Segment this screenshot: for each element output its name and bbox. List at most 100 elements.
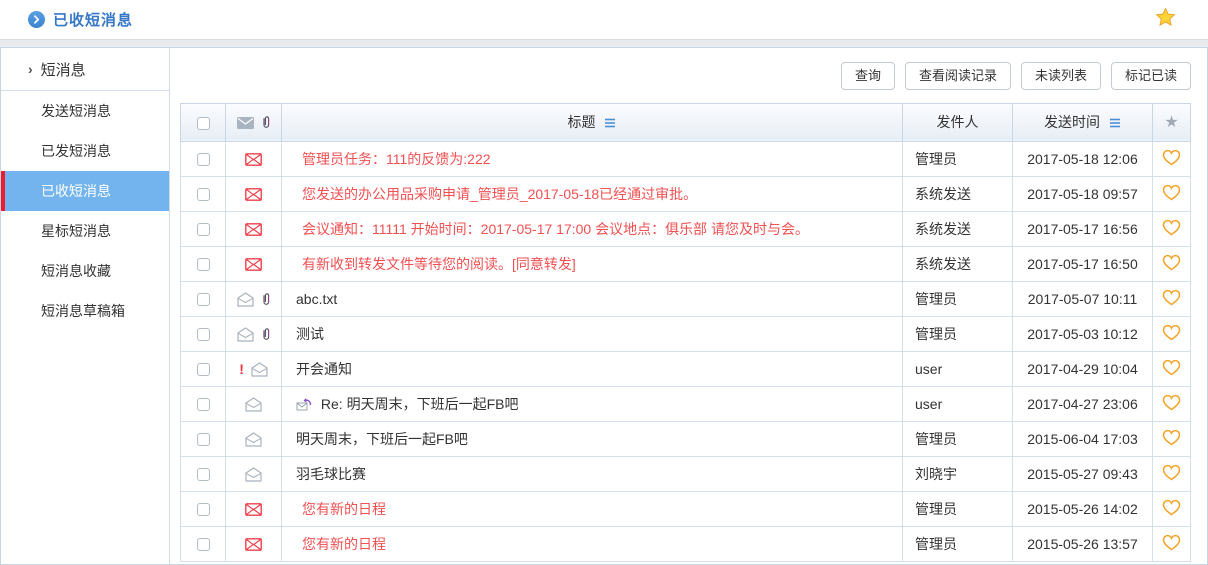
- message-title-cell[interactable]: 您发送的办公用品采购申请_管理员_2017-05-18已经通过审批。: [281, 175, 903, 212]
- time-sort-icon[interactable]: [1109, 115, 1121, 131]
- message-time: 2017-04-29 10:04: [1012, 350, 1153, 387]
- message-title-cell[interactable]: abc.txt: [281, 280, 903, 317]
- table-header-row: 标题 发件人 发送时间 ★: [180, 102, 1191, 142]
- toolbar-button-1[interactable]: 查看阅读记录: [904, 62, 1011, 90]
- message-row: ! 会议通知：11111 开始时间：2017-05-17 17:00 会议地点：…: [180, 210, 1191, 247]
- time-column-header: 发送时间: [1012, 102, 1153, 142]
- sidebar-item-1[interactable]: 已发短消息: [1, 131, 169, 171]
- page-header: 已收短消息: [0, 0, 1208, 40]
- message-row: ! 管理员任务：111的反馈为:222 管理员 2017-05-18 12:06: [180, 140, 1191, 177]
- favorite-cell: [1152, 420, 1191, 457]
- checkbox-cell: [180, 175, 226, 212]
- message-time: 2017-05-07 10:11: [1012, 280, 1153, 317]
- message-row: ! 您有新的日程 管理员 2015-05-26 14:02: [180, 490, 1191, 527]
- unread-envelope-icon: [245, 503, 262, 517]
- favorite-heart-icon[interactable]: [1162, 499, 1181, 519]
- row-checkbox[interactable]: [196, 188, 210, 202]
- message-row: ! 测试 管理员 2017-05-03 10:12: [180, 315, 1191, 352]
- message-title-cell[interactable]: 会议通知：11111 开始时间：2017-05-17 17:00 会议地点：俱乐…: [281, 210, 903, 247]
- favorite-cell: [1152, 385, 1191, 422]
- checkbox-cell: [180, 280, 226, 317]
- sidebar-item-5[interactable]: 短消息草稿箱: [1, 291, 169, 331]
- page-favorite-star-icon[interactable]: [1155, 7, 1176, 32]
- status-cell: !: [225, 140, 282, 177]
- row-checkbox[interactable]: [196, 363, 210, 377]
- favorite-cell: [1152, 525, 1191, 562]
- sidebar-group-header[interactable]: › 短消息: [1, 48, 169, 91]
- row-checkbox[interactable]: [196, 503, 210, 517]
- message-title-cell[interactable]: 您有新的日程: [281, 525, 903, 562]
- favorite-heart-icon[interactable]: [1162, 149, 1181, 169]
- message-title-cell[interactable]: 您有新的日程: [281, 490, 903, 527]
- message-title: 测试: [296, 325, 324, 342]
- sidebar-item-2[interactable]: 已收短消息: [1, 171, 169, 211]
- favorite-heart-icon[interactable]: [1162, 324, 1181, 344]
- favorite-heart-icon[interactable]: [1162, 429, 1181, 449]
- favorite-cell: [1152, 315, 1191, 352]
- row-checkbox[interactable]: [196, 293, 210, 307]
- row-checkbox[interactable]: [196, 258, 210, 272]
- message-title-cell[interactable]: 测试: [281, 315, 903, 352]
- message-time: 2017-05-17 16:56: [1012, 210, 1153, 247]
- favorite-cell: [1152, 210, 1191, 247]
- select-all-checkbox[interactable]: [196, 116, 210, 130]
- sidebar-item-4[interactable]: 短消息收藏: [1, 251, 169, 291]
- favorite-cell: [1152, 455, 1191, 492]
- favorite-heart-icon[interactable]: [1162, 219, 1181, 239]
- message-time: 2017-04-27 23:06: [1012, 385, 1153, 422]
- sidebar-menu: 发送短消息 已发短消息 已收短消息 星标短消息 短消息收藏 短消息草稿箱: [1, 91, 169, 331]
- sidebar-item-label: 发送短消息: [41, 103, 111, 119]
- status-cell: !: [225, 455, 282, 492]
- message-title: 您有新的日程: [302, 500, 386, 517]
- row-checkbox[interactable]: [196, 468, 210, 482]
- message-title-cell[interactable]: 开会通知: [281, 350, 903, 387]
- priority-icon: !: [239, 361, 244, 378]
- message-time: 2015-05-26 13:57: [1012, 525, 1153, 562]
- favorite-heart-icon[interactable]: [1162, 534, 1181, 554]
- message-title: 明天周末，下班后一起FB吧: [296, 430, 468, 447]
- favorite-heart-icon[interactable]: [1162, 184, 1181, 204]
- message-time: 2017-05-03 10:12: [1012, 315, 1153, 352]
- favorite-heart-icon[interactable]: [1162, 394, 1181, 414]
- toolbar-button-2[interactable]: 未读列表: [1020, 62, 1101, 90]
- status-cell: !: [225, 350, 282, 387]
- message-sender: user: [902, 350, 1013, 387]
- checkbox-cell: [180, 210, 226, 247]
- message-title-cell[interactable]: 有新收到转发文件等待您的阅读。[同意转发]: [281, 245, 903, 282]
- favorite-heart-icon[interactable]: [1162, 359, 1181, 379]
- row-checkbox[interactable]: [196, 153, 210, 167]
- favorite-heart-icon[interactable]: [1162, 289, 1181, 309]
- message-title-cell[interactable]: 管理员任务：111的反馈为:222: [281, 140, 903, 177]
- sidebar: › 短消息 发送短消息 已发短消息 已收短消息 星标短消息 短消息收藏 短消息草…: [1, 48, 170, 564]
- row-checkbox[interactable]: [196, 398, 210, 412]
- favorite-heart-icon[interactable]: [1162, 464, 1181, 484]
- message-sender: 系统发送: [902, 210, 1013, 247]
- title-sort-icon[interactable]: [604, 115, 616, 131]
- read-envelope-icon: [236, 292, 254, 307]
- row-checkbox[interactable]: [196, 433, 210, 447]
- message-title-cell[interactable]: 明天周末，下班后一起FB吧: [281, 420, 903, 457]
- message-sender: 刘晓宇: [902, 455, 1013, 492]
- message-sender: 管理员: [902, 315, 1013, 352]
- read-envelope-icon: [236, 327, 254, 342]
- sidebar-item-0[interactable]: 发送短消息: [1, 91, 169, 131]
- message-title: 有新收到转发文件等待您的阅读。[同意转发]: [302, 255, 576, 272]
- message-time: 2015-05-27 09:43: [1012, 455, 1153, 492]
- star-column-header: ★: [1152, 102, 1191, 142]
- sidebar-item-3[interactable]: 星标短消息: [1, 211, 169, 251]
- message-sender: 系统发送: [902, 175, 1013, 212]
- message-title-cell[interactable]: Re: 明天周末，下班后一起FB吧: [281, 385, 903, 422]
- message-row: ! abc.txt 管理员 2017-05-07 10:11: [180, 280, 1191, 317]
- row-checkbox[interactable]: [196, 538, 210, 552]
- toolbar-button-3[interactable]: 标记已读: [1110, 62, 1191, 90]
- favorite-heart-icon[interactable]: [1162, 254, 1181, 274]
- message-row: ! 您发送的办公用品采购申请_管理员_2017-05-18已经通过审批。 系统发…: [180, 175, 1191, 212]
- message-sender: 管理员: [902, 490, 1013, 527]
- favorite-cell: [1152, 490, 1191, 527]
- row-checkbox[interactable]: [196, 328, 210, 342]
- message-title: 会议通知：11111 开始时间：2017-05-17 17:00 会议地点：俱乐…: [302, 220, 809, 237]
- message-title-cell[interactable]: 羽毛球比赛: [281, 455, 903, 492]
- message-title: Re: 明天周末，下班后一起FB吧: [320, 395, 519, 412]
- row-checkbox[interactable]: [196, 223, 210, 237]
- toolbar-button-0[interactable]: 查询: [840, 62, 895, 90]
